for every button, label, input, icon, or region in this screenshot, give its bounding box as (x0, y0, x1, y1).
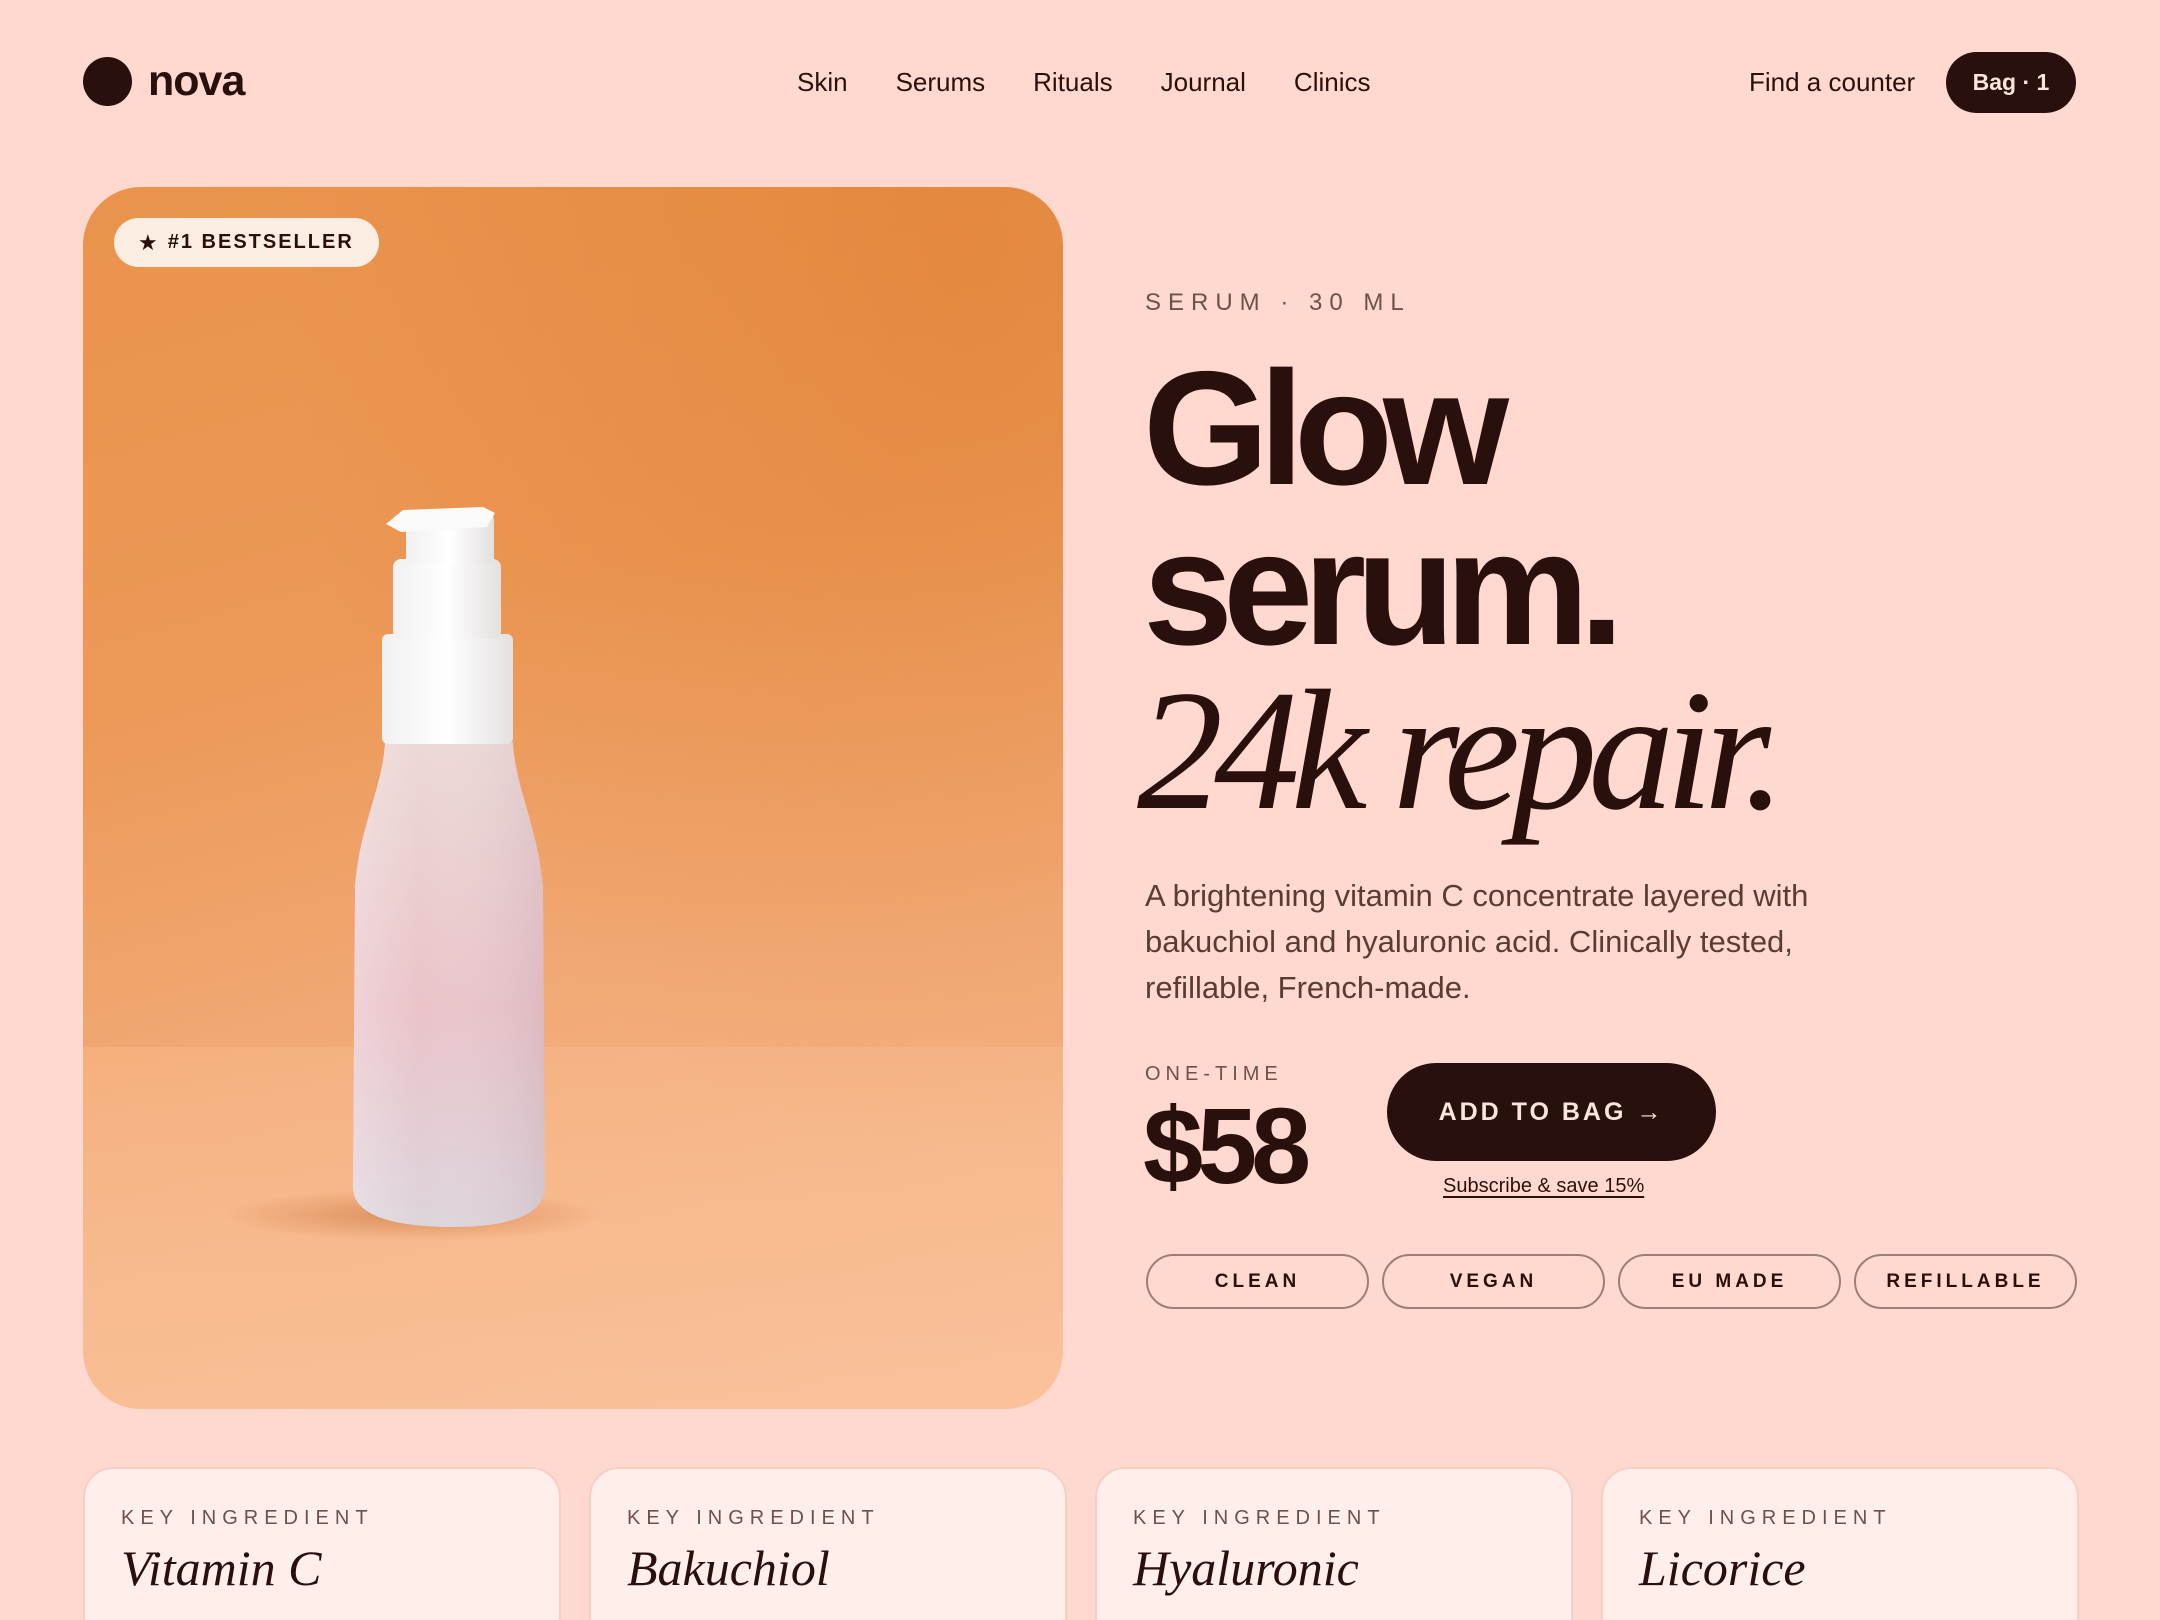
ingredient-name: Bakuchiol (627, 1540, 830, 1596)
main-nav: Skin Serums Rituals Journal Clinics (797, 64, 1371, 100)
add-to-bag-label: ADD TO BAG (1438, 1097, 1627, 1126)
ingredient-card-bakuchiol[interactable]: KEY INGREDIENT Bakuchiol (589, 1467, 1067, 1620)
ingredient-eyebrow: KEY INGREDIENT (1133, 1507, 1386, 1529)
price-label: ONE-TIME (1145, 1063, 1283, 1085)
ingredient-eyebrow: KEY INGREDIENT (627, 1507, 880, 1529)
headline-line-3: 24k repair. (1137, 656, 1786, 846)
brand-logo[interactable]: nova (83, 57, 245, 106)
ingredient-name: Hyaluronic (1133, 1540, 1359, 1596)
star-icon: ★ (138, 229, 158, 255)
site-header: nova Skin Serums Rituals Journal Clinics… (0, 0, 2160, 165)
nav-link-serums[interactable]: Serums (896, 64, 986, 100)
serum-bottle-illustration (223, 507, 603, 1241)
brand-name: nova (148, 57, 245, 105)
headline-line-2: serum. (1143, 498, 1624, 679)
add-to-bag-button[interactable]: ADD TO BAG → (1387, 1063, 1716, 1161)
ingredient-card-licorice[interactable]: KEY INGREDIENT Licorice (1601, 1467, 2079, 1620)
product-headline: Glow serum. 24k repair. (1137, 338, 1786, 838)
subscribe-save-link[interactable]: Subscribe & save 15% (1443, 1175, 1644, 1198)
nav-link-journal[interactable]: Journal (1161, 64, 1246, 100)
bag-button[interactable]: Bag · 1 (1946, 52, 2076, 113)
ingredient-name: Licorice (1639, 1540, 1806, 1596)
find-counter-link[interactable]: Find a counter (1749, 64, 1915, 100)
bestseller-badge-label: #1 BESTSELLER (167, 231, 354, 253)
tag-refillable: REFILLABLE (1854, 1254, 2077, 1309)
nav-link-rituals[interactable]: Rituals (1033, 64, 1112, 100)
ingredient-card-hyaluronic[interactable]: KEY INGREDIENT Hyaluronic (1095, 1467, 1573, 1620)
nav-link-skin[interactable]: Skin (797, 64, 848, 100)
bestseller-badge: ★ #1 BESTSELLER (114, 218, 379, 267)
product-tags: CLEAN VEGAN EU MADE REFILLABLE (1146, 1254, 2077, 1309)
nav-link-clinics[interactable]: Clinics (1294, 64, 1371, 100)
logo-mark-icon (83, 57, 132, 106)
product-description: A brightening vitamin C concentrate laye… (1145, 878, 1809, 1005)
arrow-right-icon: → (1636, 1097, 1665, 1126)
ingredient-cards: KEY INGREDIENT Vitamin C KEY INGREDIENT … (83, 1467, 2079, 1620)
product-image: ★ #1 BESTSELLER (83, 187, 1063, 1409)
product-price: $58 (1143, 1085, 1311, 1206)
headline-line-1: Glow (1143, 338, 1509, 519)
tag-vegan: VEGAN (1382, 1254, 1605, 1309)
ingredient-eyebrow: KEY INGREDIENT (1639, 1507, 1892, 1529)
ingredient-name: Vitamin C (121, 1540, 322, 1596)
product-eyebrow: SERUM · 30 ML (1145, 289, 1411, 316)
tag-clean: CLEAN (1146, 1254, 1369, 1309)
bottle-collar (382, 634, 513, 744)
tag-eu-made: EU MADE (1618, 1254, 1841, 1309)
ingredient-eyebrow: KEY INGREDIENT (121, 1507, 374, 1529)
bottle-pump-neck (393, 559, 501, 639)
ingredient-card-vitamin-c[interactable]: KEY INGREDIENT Vitamin C (83, 1467, 561, 1620)
